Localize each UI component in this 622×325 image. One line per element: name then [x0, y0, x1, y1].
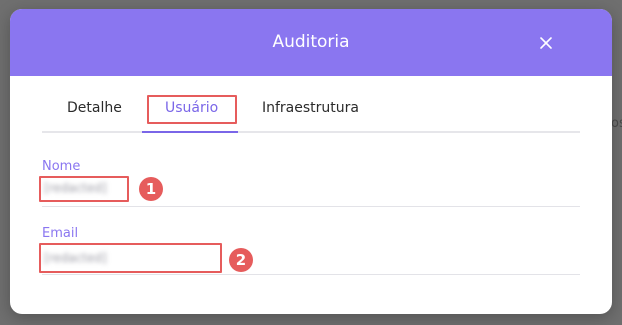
annotation-badge-1: 1 [139, 177, 163, 201]
email-highlight-box [39, 243, 222, 273]
tab-bar: Detalhe Usuário Infraestrutura [42, 89, 580, 133]
tab-infraestrutura[interactable]: Infraestrutura [262, 100, 359, 116]
tab-detalhe[interactable]: Detalhe [67, 100, 122, 116]
backdrop-text-fragment: os [611, 116, 622, 131]
email-field-underline [42, 274, 580, 275]
modal-header: Auditoria [10, 9, 612, 76]
email-field-label: Email [42, 226, 79, 241]
name-field-label: Nome [42, 159, 81, 174]
tabs-divider [42, 131, 580, 133]
active-tab-indicator [142, 131, 238, 133]
modal-title: Auditoria [272, 32, 350, 52]
audit-modal: Auditoria Detalhe Usuário Infraestrutura… [10, 9, 612, 314]
tab-highlight-box [147, 95, 237, 124]
name-field-underline [42, 206, 580, 207]
name-highlight-box [39, 176, 129, 202]
close-button[interactable] [536, 33, 556, 53]
annotation-badge-2: 2 [229, 248, 253, 272]
close-icon [540, 37, 552, 49]
